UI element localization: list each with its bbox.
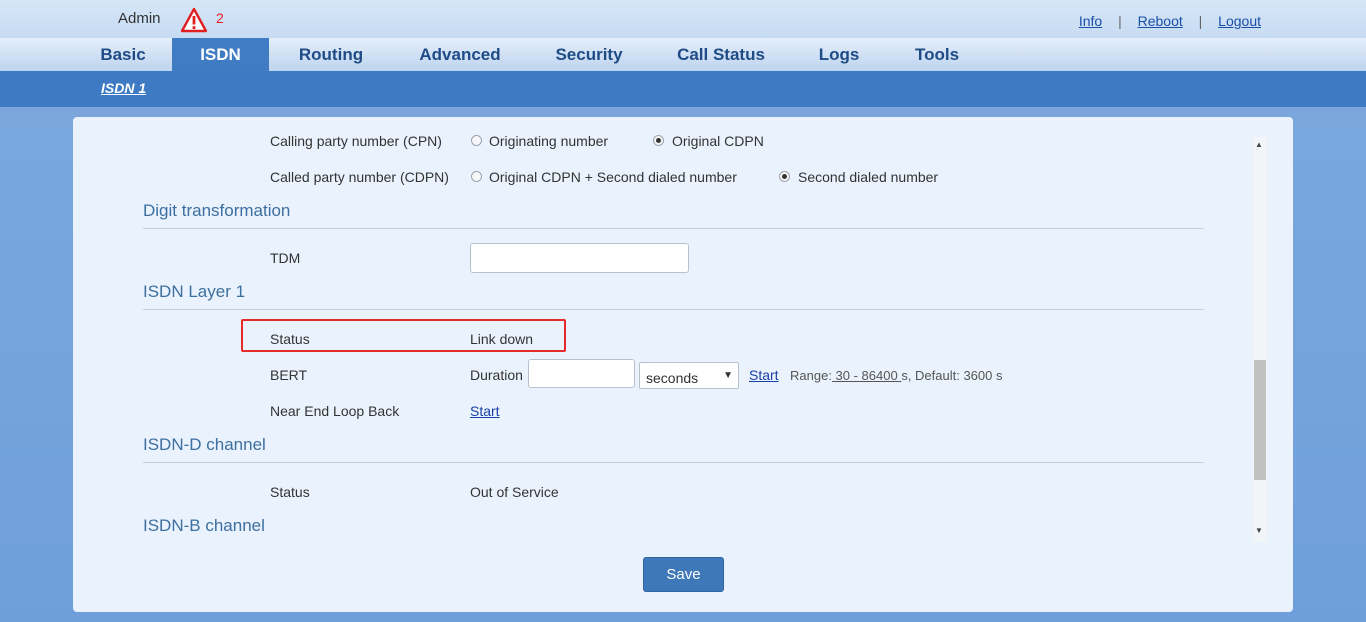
nav-basic[interactable]: Basic <box>88 38 158 71</box>
section-isdn-d-channel: ISDN-D channel <box>143 435 1204 463</box>
tdm-label: TDM <box>270 250 301 266</box>
cdpn-label: Called party number (CDPN) <box>270 169 449 185</box>
dchannel-status-value: Out of Service <box>470 484 559 500</box>
cpn-originating-label: Originating number <box>489 133 609 149</box>
separator: | <box>1118 13 1122 29</box>
admin-user-label: Admin <box>118 10 161 27</box>
sub-nav: ISDN 1 <box>0 71 1366 107</box>
scroll-up-icon[interactable]: ▲ <box>1255 140 1263 149</box>
duration-input[interactable] <box>528 359 635 388</box>
logout-link[interactable]: Logout <box>1218 13 1261 29</box>
duration-unit-value: seconds <box>646 370 699 386</box>
subtab-isdn-1[interactable]: ISDN 1 <box>101 80 146 96</box>
range-label: Range: <box>790 368 832 383</box>
scrollbar[interactable]: ▲ ▼ <box>1253 137 1267 542</box>
cdpn-original-plus-second-label: Original CDPN + Second dialed number <box>489 169 737 185</box>
cpn-original-cdpn-radio[interactable] <box>653 135 664 146</box>
bert-start-link[interactable]: Start <box>749 367 779 383</box>
cpn-originating-radio[interactable] <box>471 135 482 146</box>
warning-icon[interactable] <box>180 7 208 33</box>
nav-tools[interactable]: Tools <box>904 38 970 71</box>
range-value: 30 - 86400 <box>831 368 902 383</box>
near-end-loop-back-label: Near End Loop Back <box>270 403 400 419</box>
nav-logs[interactable]: Logs <box>810 38 868 71</box>
reboot-link[interactable]: Reboot <box>1138 13 1183 29</box>
cpn-original-cdpn-label: Original CDPN <box>672 133 764 149</box>
nav-security[interactable]: Security <box>546 38 632 71</box>
info-link[interactable]: Info <box>1079 13 1102 29</box>
scroll-down-icon[interactable]: ▼ <box>1255 526 1263 535</box>
cpn-label: Calling party number (CPN) <box>270 133 442 149</box>
cdpn-second-dialed-radio[interactable] <box>779 171 790 182</box>
range-info: Range: 30 - 86400 s, Default: 3600 s <box>790 368 1002 383</box>
nav-call-status[interactable]: Call Status <box>668 38 774 71</box>
main-nav: Basic ISDN Routing Advanced Security Cal… <box>0 38 1366 72</box>
status-highlight-box <box>241 319 566 352</box>
save-button[interactable]: Save <box>643 557 724 592</box>
dropdown-arrow-icon: ▼ <box>723 370 733 381</box>
bert-label: BERT <box>270 367 308 383</box>
duration-label: Duration <box>470 367 523 383</box>
cdpn-second-dialed-label: Second dialed number <box>798 169 939 185</box>
alert-count[interactable]: 2 <box>216 10 224 26</box>
dchannel-status-label: Status <box>270 484 310 500</box>
nav-advanced[interactable]: Advanced <box>410 38 510 71</box>
cdpn-original-plus-second-radio[interactable] <box>471 171 482 182</box>
top-bar: Admin 2 Info | Reboot | Logout <box>0 0 1366 39</box>
nav-routing[interactable]: Routing <box>286 38 376 71</box>
scroll-content: Calling party number (CPN) Originating n… <box>73 117 1253 537</box>
top-links: Info | Reboot | Logout <box>1079 13 1261 29</box>
nav-isdn[interactable]: ISDN <box>172 38 269 71</box>
scrollbar-thumb[interactable] <box>1254 360 1266 480</box>
settings-panel: Calling party number (CPN) Originating n… <box>73 117 1293 612</box>
duration-unit-select[interactable]: seconds ▼ <box>639 362 739 389</box>
near-end-start-link[interactable]: Start <box>470 403 500 419</box>
tdm-input[interactable] <box>470 243 689 273</box>
section-isdn-layer-1: ISDN Layer 1 <box>143 282 1204 310</box>
section-isdn-b-channel: ISDN-B channel <box>143 516 265 535</box>
separator: | <box>1198 13 1203 29</box>
section-digit-transformation: Digit transformation <box>143 201 1204 229</box>
range-suffix: s, Default: 3600 s <box>901 368 1003 383</box>
